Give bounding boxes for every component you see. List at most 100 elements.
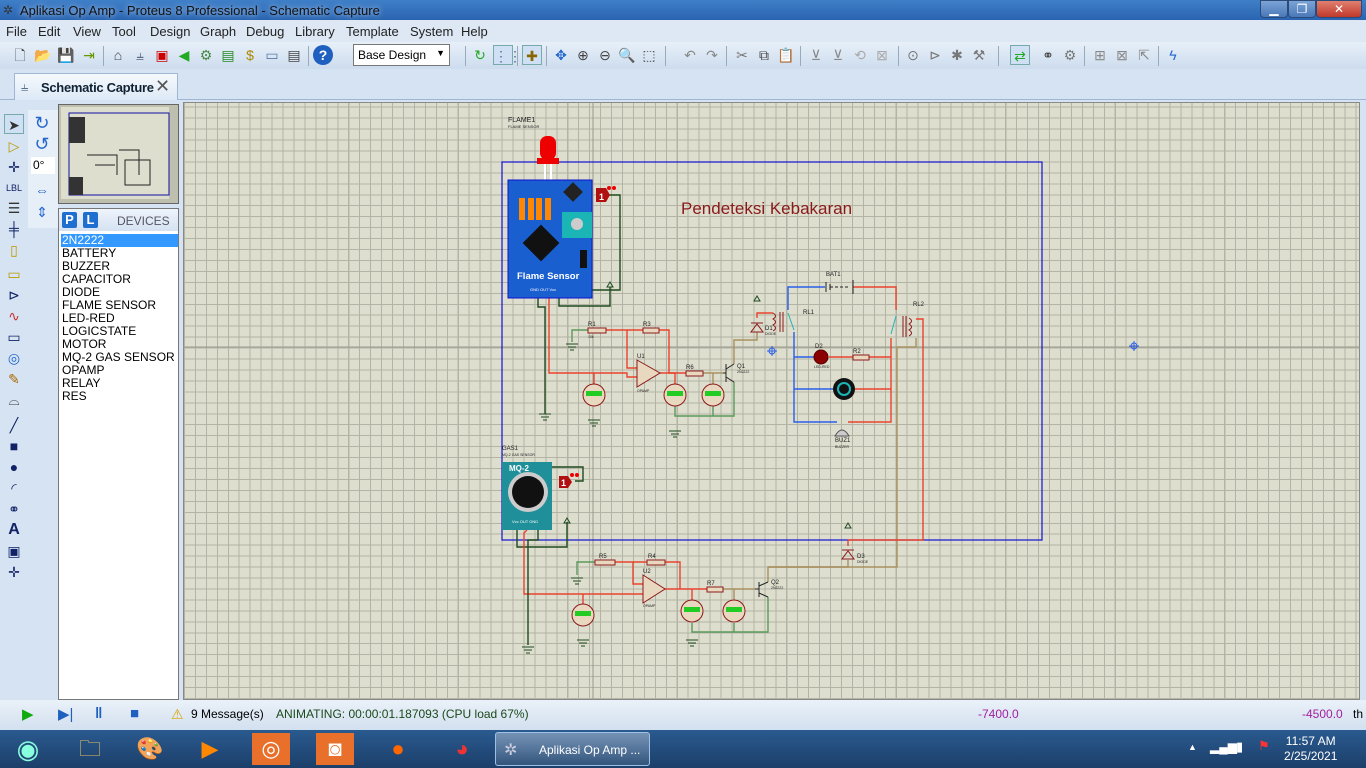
taskbar-proteus-app[interactable]: ✲ Aplikasi Op Amp ...	[495, 732, 650, 766]
overview-window[interactable]	[58, 104, 179, 204]
transistor-q1[interactable]	[723, 363, 735, 383]
chrome-icon[interactable]: ◕	[440, 733, 484, 765]
media-player-icon[interactable]: ▶	[188, 733, 232, 765]
diode-d3[interactable]	[841, 549, 855, 560]
remove-sheet-icon[interactable]: ⊠	[1112, 45, 1132, 65]
arc-icon[interactable]: ◜	[4, 478, 24, 498]
messages-count[interactable]: 9 Message(s)	[191, 707, 264, 721]
menu-edit[interactable]: Edit	[38, 24, 60, 39]
make-device-icon[interactable]: ⊳	[925, 45, 945, 65]
graph-icon[interactable]: ∿	[4, 306, 24, 326]
voltmeter[interactable]	[571, 603, 595, 627]
menu-system[interactable]: System	[410, 24, 453, 39]
stop-icon[interactable]: ■	[130, 705, 139, 722]
opamp-u1[interactable]	[636, 359, 661, 388]
new-sheet-icon[interactable]: ⊞	[1090, 45, 1110, 65]
zoom-area-icon[interactable]: ⬚	[639, 45, 659, 65]
voltage-probe-icon[interactable]: ✎	[4, 369, 24, 389]
voltmeter[interactable]	[680, 599, 704, 623]
close-button[interactable]: ✕	[1316, 0, 1362, 18]
marker-icon[interactable]: ✛	[4, 562, 24, 582]
firefox-icon[interactable]: ●	[376, 733, 420, 765]
bus-icon[interactable]: ╪	[4, 219, 24, 239]
volume-icon[interactable]: ⚑	[1258, 738, 1270, 754]
refresh-icon[interactable]: ↻	[470, 45, 490, 65]
grid-toggle-icon[interactable]: ⋮⋮	[493, 45, 522, 65]
zoom-in-icon[interactable]: ⊕	[573, 45, 593, 65]
network-icon[interactable]: ▂▄▆	[1210, 740, 1237, 754]
screen-recorder-icon[interactable]: ◎	[252, 733, 290, 765]
selection-mode-icon[interactable]: ➤	[4, 114, 24, 134]
block-rotate-icon[interactable]: ⟲	[850, 45, 870, 65]
circle-icon[interactable]: ●	[4, 457, 24, 477]
schematic-icon[interactable]: ⫨	[130, 45, 150, 65]
electrical-rule-check-icon[interactable]: ϟ	[1163, 45, 1183, 65]
vertical-scrollbar[interactable]	[1360, 102, 1366, 700]
tab-schematic-capture[interactable]: ⫨ Schematic Capture ✕	[14, 73, 178, 100]
new-file-icon[interactable]: 🗋	[10, 45, 30, 65]
power-icon[interactable]: ▮	[1236, 739, 1243, 755]
component-mode-icon[interactable]: ▷	[4, 136, 24, 156]
paint-icon[interactable]: 🎨	[128, 733, 172, 765]
virtual-instruments-icon[interactable]: ⌓	[4, 390, 24, 410]
close-tab-icon[interactable]: ✕	[155, 76, 170, 97]
start-button[interactable]: ◉	[6, 733, 50, 765]
text-icon[interactable]: A	[4, 520, 24, 540]
package-tool-icon[interactable]: ✱	[947, 45, 967, 65]
voltmeter[interactable]	[582, 383, 606, 407]
menu-graph[interactable]: Graph	[200, 24, 236, 39]
maximize-button[interactable]: ❐	[1288, 0, 1316, 18]
3d-viewer-icon[interactable]: ◀	[174, 45, 194, 65]
minimize-button[interactable]: ▁	[1260, 0, 1288, 18]
wire-label-icon[interactable]: LBL	[4, 178, 24, 198]
relay-rl2[interactable]	[890, 315, 912, 337]
rotation-angle-field[interactable]: 0°	[31, 157, 55, 174]
battery-bat1[interactable]	[825, 280, 854, 294]
pcb-layout-icon[interactable]: ▣	[152, 45, 172, 65]
menu-template[interactable]: Template	[346, 24, 399, 39]
buzzer[interactable]	[834, 429, 850, 437]
voltmeter[interactable]	[722, 599, 746, 623]
menu-library[interactable]: Library	[295, 24, 335, 39]
menu-tool[interactable]: Tool	[112, 24, 136, 39]
rotate-anticlockwise-icon[interactable]: ↺	[32, 134, 52, 154]
block-move-icon[interactable]: ⊻	[828, 45, 848, 65]
symbol-icon[interactable]: ▣	[4, 541, 24, 561]
flip-vertical-icon[interactable]: ⇕	[32, 202, 52, 222]
led-d2[interactable]	[813, 349, 829, 365]
box-icon[interactable]: ■	[4, 436, 24, 456]
menu-help[interactable]: Help	[461, 24, 488, 39]
voltmeter[interactable]	[701, 383, 725, 407]
subcircuit-icon[interactable]: ▯	[4, 240, 24, 260]
generator-icon[interactable]: ◎	[4, 348, 24, 368]
redo-icon[interactable]: ↷	[702, 45, 722, 65]
property-assignment-icon[interactable]: ⚙	[1060, 45, 1080, 65]
cut-icon[interactable]: ✂	[732, 45, 752, 65]
motor[interactable]	[833, 378, 855, 400]
pick-parts-icon[interactable]: ⊙	[903, 45, 923, 65]
search-icon[interactable]: ⚭	[1038, 45, 1058, 65]
device-item[interactable]: RES	[61, 390, 178, 403]
block-delete-icon[interactable]: ⊠	[872, 45, 892, 65]
relay-rl1[interactable]	[772, 312, 795, 332]
terminals-icon[interactable]: ▭	[4, 264, 24, 284]
menu-file[interactable]: File	[6, 24, 27, 39]
paste-icon[interactable]: 📋	[776, 45, 796, 65]
line-icon[interactable]: ╱	[4, 415, 24, 435]
menu-view[interactable]: View	[73, 24, 101, 39]
explorer-icon[interactable]: 🗀	[68, 733, 112, 765]
notes-icon[interactable]: ▤	[284, 45, 304, 65]
tape-recorder-icon[interactable]: ▭	[4, 327, 24, 347]
undo-icon[interactable]: ↶	[680, 45, 700, 65]
zoom-out-icon[interactable]: ⊖	[595, 45, 615, 65]
menu-debug[interactable]: Debug	[246, 24, 284, 39]
step-icon[interactable]: ▶|	[58, 705, 73, 723]
menu-design[interactable]: Design	[150, 24, 190, 39]
path-icon[interactable]: ⚭	[4, 499, 24, 519]
design-select[interactable]: Base Design ▼	[353, 44, 450, 66]
schematic-canvas[interactable]: Pendeteksi Kebakaran Flame Sensor GND OU…	[183, 102, 1360, 700]
rotate-clockwise-icon[interactable]: ↻	[32, 113, 52, 133]
show-hidden-icons[interactable]: ▲	[1188, 742, 1197, 752]
camera-app-icon[interactable]: ◙	[316, 733, 354, 765]
save-icon[interactable]: 💾	[56, 45, 76, 65]
